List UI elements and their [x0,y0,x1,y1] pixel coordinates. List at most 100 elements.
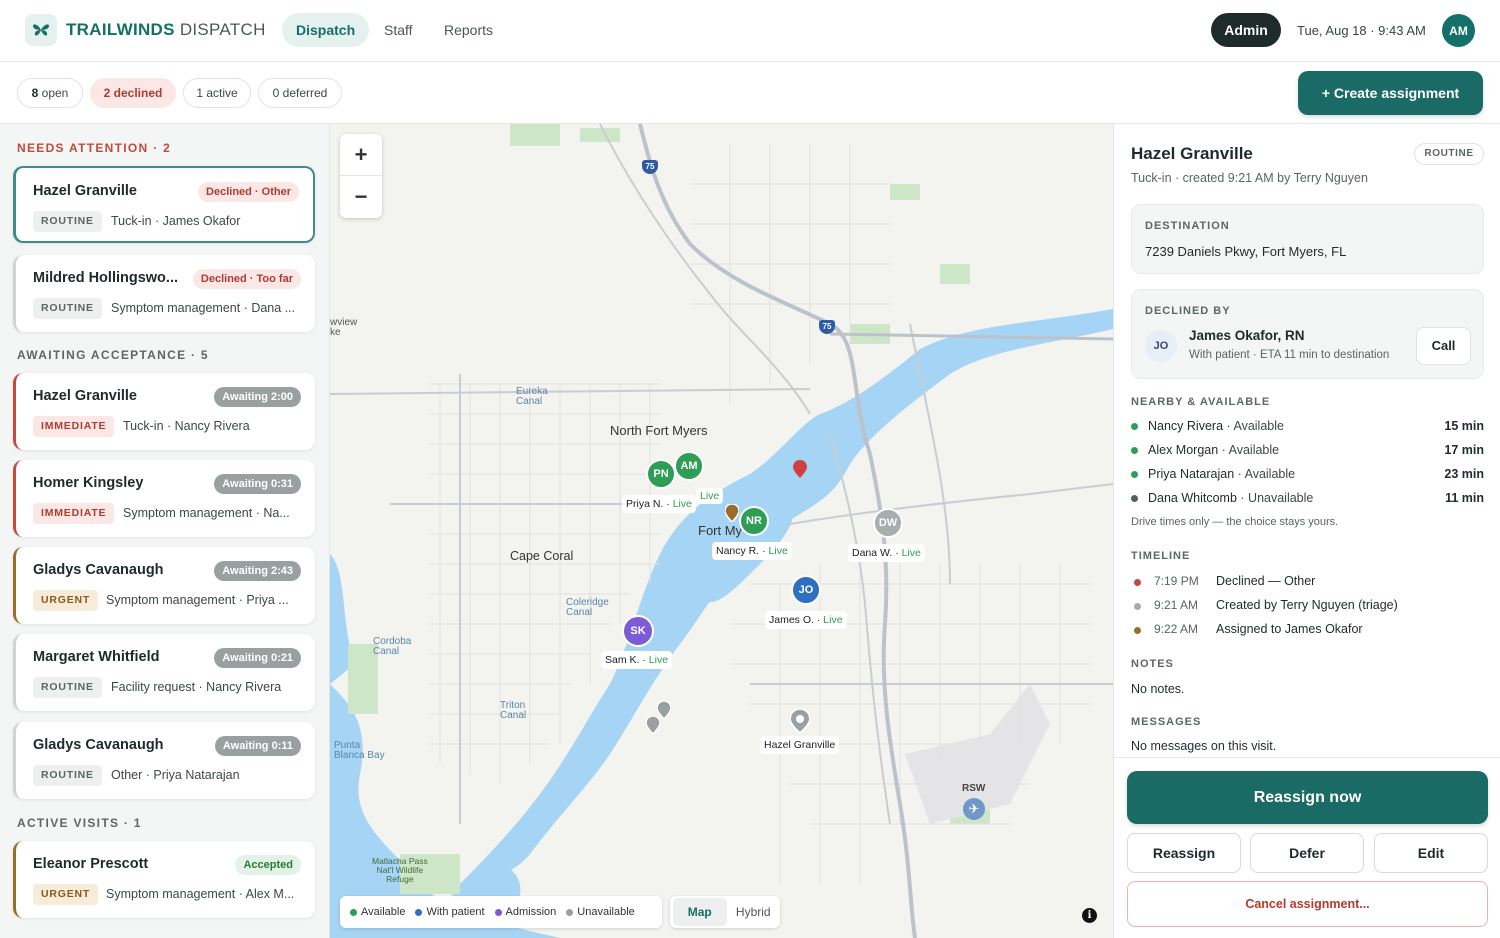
nearby-staff-row[interactable]: Priya Natarajan · Available 23 min [1131,467,1484,481]
assignment-list: NEEDS ATTENTION · 2 Hazel Granville Decl… [0,124,330,938]
card-patient-name: Margaret Whitfield [33,649,160,665]
map-legend: Available With patient Admission Unavail… [340,896,662,928]
card-detail: Symptom management · Alex M... [106,887,295,901]
cancel-assignment-button[interactable]: Cancel assignment... [1127,881,1488,927]
current-datetime: Tue, Aug 18 · 9:43 AM [1297,23,1426,38]
staff-pin-nancy[interactable]: NR [739,506,769,536]
filter-deferred[interactable]: 0 deferred [258,78,342,108]
place-label: Coleridge Canal [566,597,609,618]
status-badge: Awaiting 0:21 [214,648,301,668]
assignment-card[interactable]: Eleanor Prescott Accepted URGENT Symptom… [13,841,315,918]
legend-item: Unavailable [566,906,635,918]
declined-by-name: James Okafor, RN [1189,328,1305,343]
declined-by-box: DECLINED BY JO James Okafor, RN With pat… [1131,289,1484,379]
status-badge: Awaiting 0:11 [214,736,301,756]
detail-subtitle: Tuck-in · created 9:21 AM by Terry Nguye… [1131,171,1368,185]
legend-item: Available [350,906,405,918]
assignment-card[interactable]: Hazel Granville Awaiting 2:00 IMMEDIATE … [13,373,315,450]
card-detail: Symptom management · Na... [123,506,290,520]
alert-marker-icon[interactable] [793,460,807,478]
airport-icon: ✈ [963,798,985,820]
legend-item: Admission [494,906,556,918]
nearby-staff-row[interactable]: Nancy Rivera · Available 15 min [1131,419,1484,433]
patient-marker-label: Hazel Granville [760,736,840,754]
place-label: North Fort Myers [610,423,708,438]
card-patient-name: Gladys Cavanaugh [33,737,164,753]
declined-by-label: DECLINED BY [1145,305,1231,317]
destination-label: DESTINATION [1145,220,1230,232]
avatar: JO [1145,330,1177,362]
nearby-note: Drive times only — the choice stays your… [1131,516,1339,528]
notes-text: No notes. [1131,682,1185,696]
assignment-card[interactable]: Gladys Cavanaugh Awaiting 0:11 ROUTINE O… [13,722,315,799]
priority-tag: IMMEDIATE [33,503,115,524]
assignment-card[interactable]: Hazel Granville Declined · Other ROUTINE… [13,166,315,243]
selected-patient-marker-icon[interactable] [790,709,810,733]
patient-marker-icon[interactable] [646,716,660,734]
place-label: RSW [962,783,986,794]
place-label: Cape Coral [510,549,574,563]
reassign-button[interactable]: Reassign [1127,833,1241,873]
logo-icon [25,14,57,46]
card-patient-name: Mildred Hollingswo... [33,270,178,286]
detail-panel: Hazel Granville ROUTINE Tuck-in · create… [1113,124,1500,938]
declined-by-status: With patient · ETA 11 min to destination [1189,349,1390,361]
defer-button[interactable]: Defer [1250,833,1364,873]
staff-pin-label: Nancy R. · Live [712,542,792,560]
tab-dispatch[interactable]: Dispatch [282,13,370,47]
card-patient-name: Hazel Granville [33,388,137,404]
section-active: ACTIVE VISITS · 1 [17,816,142,830]
map-type-map[interactable]: Map [673,898,727,926]
timeline-label: TIMELINE [1131,550,1191,562]
destination-address: 7239 Daniels Pkwy, Fort Myers, FL [1145,244,1347,259]
destination-box: DESTINATION 7239 Daniels Pkwy, Fort Myer… [1131,204,1484,274]
card-patient-name: Eleanor Prescott [33,856,149,872]
zoom-in-button[interactable]: + [340,134,382,176]
role-toggle[interactable]: Admin [1211,13,1281,47]
card-detail: Symptom management · Priya ... [106,593,289,607]
status-badge: Declined · Other [198,182,299,202]
tab-reports[interactable]: Reports [430,13,507,47]
nearby-staff-row[interactable]: Alex Morgan · Available 17 min [1131,443,1484,457]
assignment-card[interactable]: Gladys Cavanaugh Awaiting 2:43 URGENT Sy… [13,547,315,624]
map-type-toggle: Map Hybrid [670,896,780,928]
info-icon[interactable]: i [1082,908,1097,923]
filter-active[interactable]: 1 active [183,78,251,108]
status-badge: Declined · Too far [192,269,301,289]
patient-marker-icon[interactable] [725,504,739,522]
section-awaiting: AWAITING ACCEPTANCE · 5 [17,348,209,362]
place-label: Punta Blanca Bay [334,740,385,761]
assignment-card[interactable]: Mildred Hollingswo... Declined · Too far… [13,255,315,332]
legend-item: With patient [415,906,485,918]
tab-staff[interactable]: Staff [370,13,427,47]
assignment-card[interactable]: Homer Kingsley Awaiting 0:31 IMMEDIATE S… [13,460,315,537]
zoom-out-button[interactable]: − [340,176,382,218]
filter-declined[interactable]: 2 declined [90,78,176,108]
dispatch-map[interactable]: 75 75 North Fort Myers Cape Coral Fort M… [330,124,1113,938]
map-type-hybrid[interactable]: Hybrid [727,898,781,926]
staff-pin-label: Priya N. · Live [622,495,696,513]
place-label: Matlacha Pass Nat'l Wildlife Refuge [372,856,428,884]
staff-pin-dana[interactable]: DW [873,508,903,538]
assignment-card[interactable]: Margaret Whitfield Awaiting 0:21 ROUTINE… [13,634,315,711]
avatar[interactable]: AM [1442,14,1475,47]
call-button[interactable]: Call [1416,327,1471,365]
staff-pin-sam[interactable]: SK [622,615,654,647]
staff-pin-label: Live [696,488,724,504]
messages-label: MESSAGES [1131,716,1202,728]
section-needs-attention: NEEDS ATTENTION · 2 [17,141,172,155]
staff-pin-alex[interactable]: AM [674,451,704,481]
detail-priority-tag: ROUTINE [1414,143,1484,165]
action-footer: Reassign now Reassign Defer Edit Cancel … [1114,757,1500,938]
messages-text: No messages on this visit. [1131,739,1277,753]
nearby-staff-row[interactable]: Dana Whitcomb · Unavailable 11 min [1131,491,1484,505]
reassign-now-button[interactable]: Reassign now [1127,771,1488,824]
priority-tag: URGENT [33,884,99,905]
place-label: Triton Canal [500,700,527,721]
create-assignment-button[interactable]: + Create assignment [1298,71,1483,115]
brand-name: TRAILWINDS DISPATCH [66,20,266,39]
filter-open[interactable]: 8 open [17,78,83,108]
staff-pin-priya[interactable]: PN [646,459,676,489]
edit-button[interactable]: Edit [1374,833,1488,873]
staff-pin-james[interactable]: JO [791,575,821,605]
